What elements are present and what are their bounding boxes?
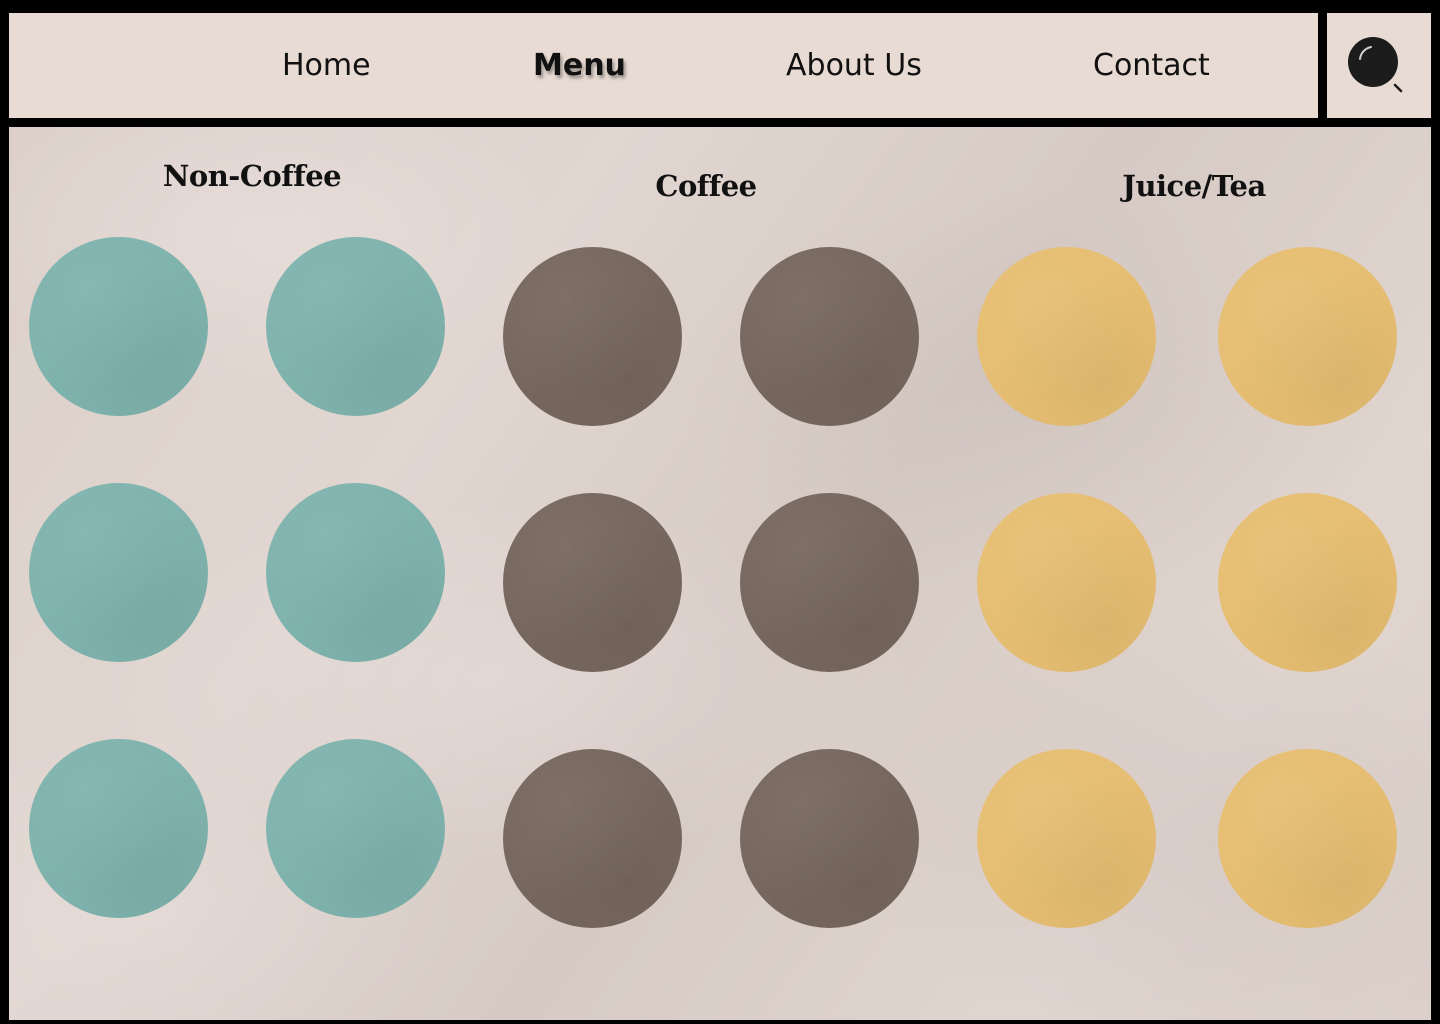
menu-item-juice-tea[interactable] (1218, 493, 1397, 672)
menu-item-coffee[interactable] (740, 749, 919, 928)
nav-link-home[interactable]: Home (282, 13, 371, 118)
top-nav: Home Menu About Us Contact (9, 13, 1318, 118)
menu-item-juice-tea[interactable] (1218, 247, 1397, 426)
menu-item-juice-tea[interactable] (977, 493, 1156, 672)
menu-item-coffee[interactable] (740, 247, 919, 426)
menu-item-coffee[interactable] (503, 247, 682, 426)
category-title-juice-tea: Juice/Tea (1122, 169, 1266, 203)
category-title-coffee: Coffee (655, 169, 757, 203)
search-icon (1348, 37, 1403, 93)
menu-item-non-coffee[interactable] (29, 483, 208, 662)
menu-item-coffee[interactable] (740, 493, 919, 672)
search-button[interactable] (1327, 13, 1431, 118)
menu-item-non-coffee[interactable] (29, 739, 208, 918)
menu-item-juice-tea[interactable] (977, 749, 1156, 928)
category-title-non-coffee: Non-Coffee (162, 159, 342, 193)
nav-link-about-us[interactable]: About Us (786, 13, 922, 118)
menu-item-juice-tea[interactable] (1218, 749, 1397, 928)
menu-item-non-coffee[interactable] (266, 483, 445, 662)
menu-item-coffee[interactable] (503, 493, 682, 672)
menu-item-non-coffee[interactable] (266, 739, 445, 918)
menu-item-non-coffee[interactable] (29, 237, 208, 416)
menu-item-coffee[interactable] (503, 749, 682, 928)
menu-content: Non-Coffee Coffee Juice/Tea (9, 127, 1431, 1020)
menu-item-non-coffee[interactable] (266, 237, 445, 416)
menu-item-juice-tea[interactable] (977, 247, 1156, 426)
nav-link-contact[interactable]: Contact (1093, 13, 1210, 118)
nav-link-menu[interactable]: Menu (533, 13, 626, 118)
